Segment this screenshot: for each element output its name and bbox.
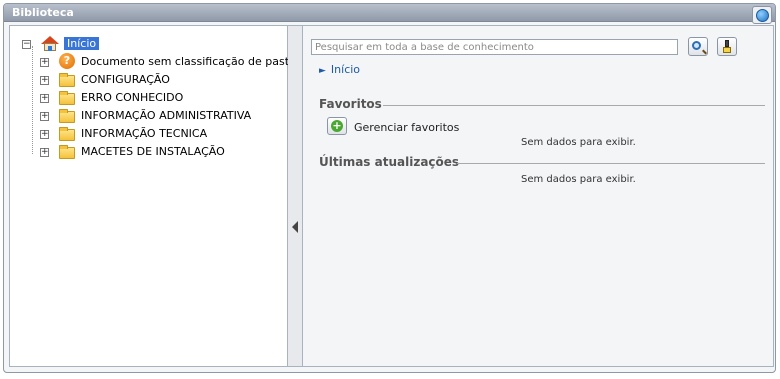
- search-input[interactable]: [311, 39, 678, 55]
- tree-node-informacao-administrativa[interactable]: + INFORMAÇÃO ADMINISTRATIVA: [10, 108, 280, 124]
- tree-node-label[interactable]: INFORMAÇÃO ADMINISTRATIVA: [81, 109, 251, 122]
- brush-icon: [723, 40, 731, 53]
- tree-node-unclassified[interactable]: + ? Documento sem classificação de pasta: [10, 53, 296, 70]
- expand-toggle[interactable]: +: [40, 58, 49, 67]
- tree-node-label[interactable]: INFORMAÇÃO TECNICA: [81, 127, 207, 140]
- title-bar: Biblioteca: [4, 4, 775, 24]
- folder-icon: [59, 109, 75, 123]
- home-icon: [41, 36, 59, 52]
- tree-node-root[interactable]: − Início: [10, 36, 210, 52]
- updates-empty-message: Sem dados para exibir.: [521, 174, 636, 185]
- breadcrumb-label[interactable]: Início: [331, 63, 360, 76]
- help-globe-icon: [756, 9, 769, 22]
- tree-node-label[interactable]: CONFIGURAÇÃO: [81, 73, 170, 86]
- expand-toggle[interactable]: +: [40, 148, 49, 157]
- expand-toggle[interactable]: +: [40, 76, 49, 85]
- library-window: Biblioteca − Início + ? Documento sem cl…: [3, 3, 776, 373]
- folder-icon: [59, 127, 75, 141]
- updates-divider: [457, 163, 765, 164]
- tree-node-label[interactable]: Documento sem classificação de pasta: [81, 55, 296, 68]
- splitter-arrow-icon[interactable]: [292, 221, 298, 233]
- favorites-divider: [383, 105, 765, 106]
- folder-icon: [59, 145, 75, 159]
- updates-title: Últimas atualizações: [319, 155, 460, 169]
- tree-node-configuracao[interactable]: + CONFIGURAÇÃO: [10, 72, 210, 88]
- breadcrumb[interactable]: ► Início: [319, 63, 360, 76]
- window-title: Biblioteca: [12, 6, 74, 19]
- search-button[interactable]: [688, 37, 708, 56]
- question-icon: ?: [59, 53, 75, 69]
- tree-node-label[interactable]: MACETES DE INSTALAÇÃO: [81, 145, 225, 158]
- collapse-toggle[interactable]: −: [22, 40, 31, 49]
- magnifier-icon: [692, 41, 701, 50]
- breadcrumb-arrow-icon: ►: [319, 66, 326, 76]
- add-favorite-icon: +: [331, 119, 343, 132]
- tree-node-label[interactable]: Início: [64, 37, 100, 50]
- tree-node-informacao-tecnica[interactable]: + INFORMAÇÃO TECNICA: [10, 126, 230, 142]
- expand-toggle[interactable]: +: [40, 94, 49, 103]
- manage-favorites-button[interactable]: +: [327, 117, 347, 135]
- manage-favorites-label[interactable]: Gerenciar favoritos: [354, 121, 459, 134]
- content-pane: ►Início Favoritos + Gerenciar favoritos …: [302, 25, 774, 367]
- tree-node-macetes-de-instalacao[interactable]: + MACETES DE INSTALAÇÃO: [10, 144, 240, 160]
- pane-splitter[interactable]: [288, 25, 302, 367]
- tree-node-label[interactable]: ERRO CONHECIDO: [81, 91, 183, 104]
- tree-pane: − Início + ? Documento sem classificação…: [9, 25, 296, 367]
- help-button[interactable]: [752, 6, 772, 24]
- folder-icon: [59, 73, 75, 87]
- favorites-empty-message: Sem dados para exibir.: [521, 137, 636, 148]
- expand-toggle[interactable]: +: [40, 112, 49, 121]
- folder-icon: [59, 91, 75, 105]
- clear-button[interactable]: [717, 37, 737, 56]
- favorites-title: Favoritos: [319, 97, 382, 111]
- tree-node-erro-conhecido[interactable]: + ERRO CONHECIDO: [10, 90, 210, 106]
- expand-toggle[interactable]: +: [40, 130, 49, 139]
